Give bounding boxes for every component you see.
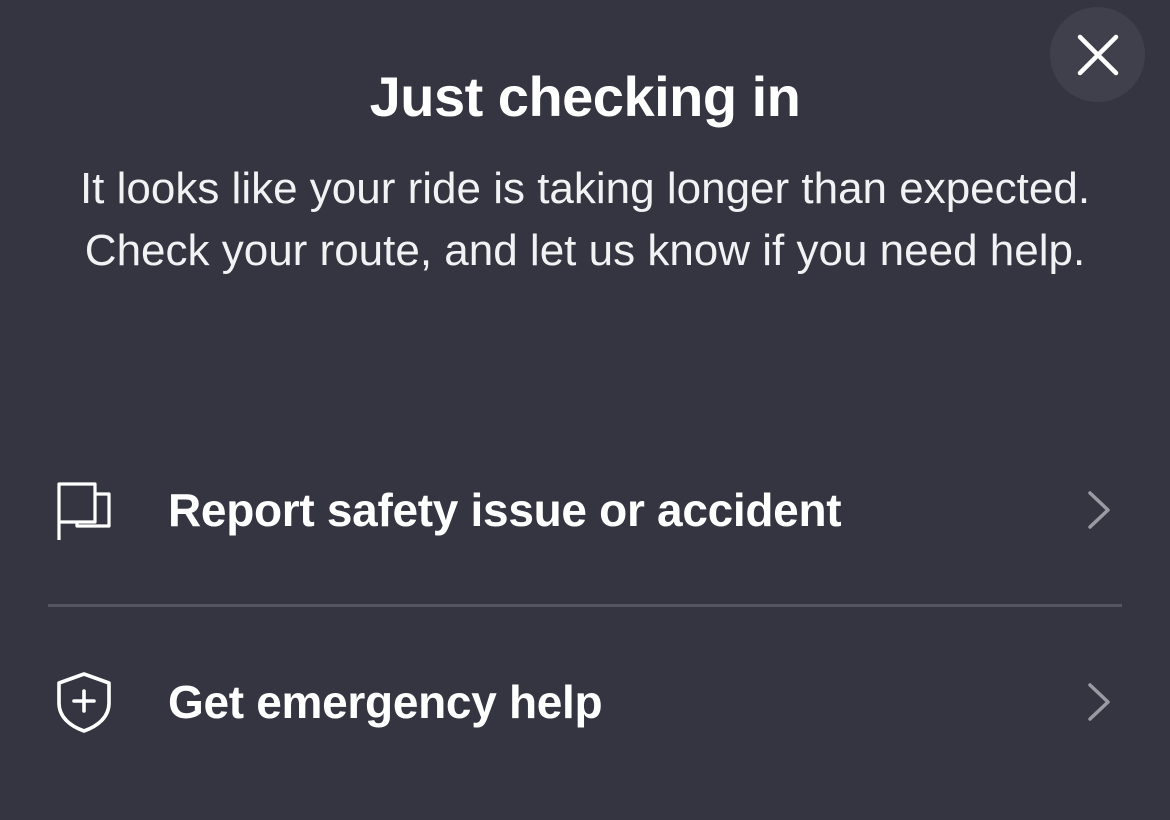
- dialog-title: Just checking in: [369, 65, 801, 128]
- shield-plus-icon: [52, 670, 116, 734]
- check-in-sheet: Just checking in It looks like your ride…: [0, 0, 1170, 820]
- report-safety-issue-label: Report safety issue or accident: [168, 484, 842, 536]
- get-emergency-help-button[interactable]: Get emergency help: [0, 632, 1170, 772]
- chevron-right-icon: [1082, 487, 1116, 533]
- chevron-right-icon: [1082, 679, 1116, 725]
- report-safety-issue-button[interactable]: Report safety issue or accident: [0, 440, 1170, 580]
- get-emergency-help-label: Get emergency help: [168, 676, 603, 728]
- dialog-message: It looks like your ride is taking longer…: [79, 164, 1091, 275]
- divider: [48, 604, 1122, 607]
- flag-icon: [52, 478, 116, 542]
